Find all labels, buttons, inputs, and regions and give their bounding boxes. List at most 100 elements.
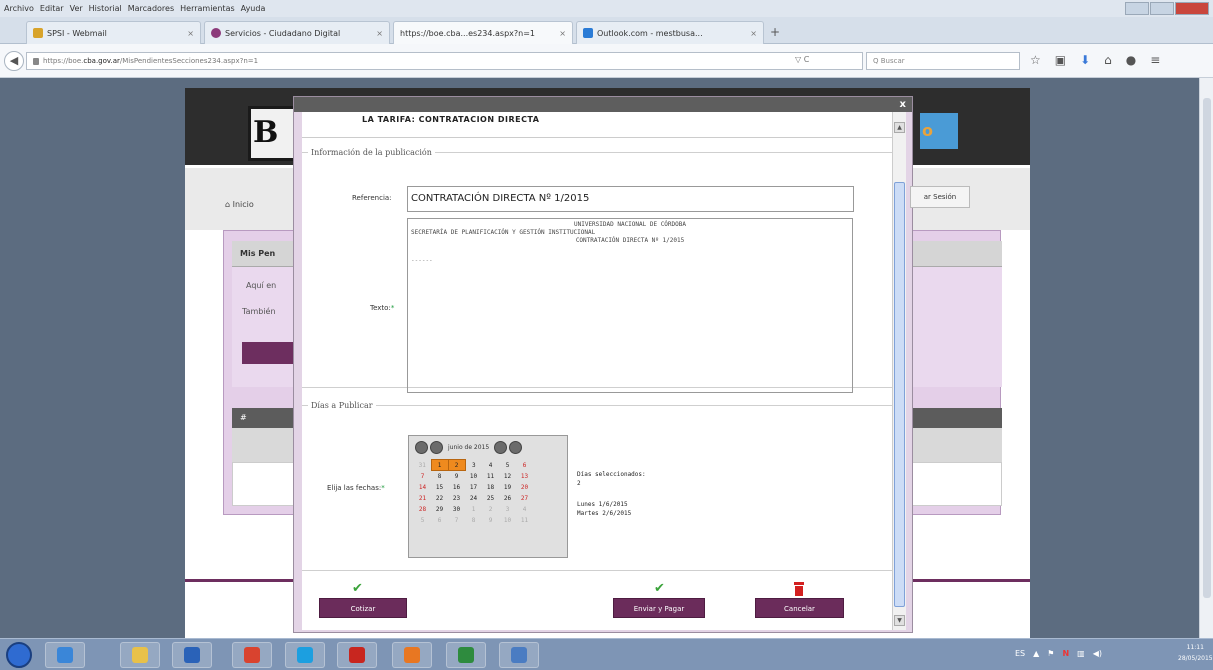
site-logo[interactable]: B [248, 106, 298, 161]
unknown-taskbar-button[interactable] [499, 642, 539, 668]
calendar-day[interactable]: 26 [499, 493, 516, 504]
calendar-day[interactable]: 19 [499, 482, 516, 493]
logout-button[interactable]: ar Sesión [910, 186, 970, 208]
calendar-day[interactable]: 29 [431, 504, 448, 515]
network-icon[interactable]: ▥ [1077, 649, 1085, 658]
download-arrow-icon[interactable]: ⬇ [1080, 53, 1090, 67]
scroll-down-icon[interactable]: ▼ [894, 615, 905, 626]
calendar-day[interactable]: 2 [482, 504, 499, 515]
calendar-day[interactable]: 25 [482, 493, 499, 504]
panel-button[interactable] [242, 342, 297, 364]
volume-icon[interactable]: ◀) [1093, 649, 1102, 658]
dialog-scrollbar[interactable]: ▲ ▼ [892, 112, 906, 630]
dialog-titlebar[interactable]: x [294, 97, 912, 112]
menu-ver[interactable]: Ver [70, 4, 83, 13]
menu-archivo[interactable]: Archivo [4, 4, 34, 13]
tray-expand-icon[interactable]: ▲ [1033, 649, 1039, 658]
calendar-day[interactable]: 14 [414, 482, 431, 493]
referencia-input[interactable]: CONTRATACIÓN DIRECTA Nº 1/2015 [407, 186, 854, 212]
calendar-day[interactable]: 31 [414, 460, 431, 471]
home-icon[interactable]: ⌂ [1104, 53, 1112, 67]
calendar-day[interactable]: 11 [482, 471, 499, 482]
chrome-taskbar-button[interactable] [232, 642, 272, 668]
clock[interactable]: 11:11 28/05/2015 [1178, 642, 1213, 664]
skype-taskbar-button[interactable] [285, 642, 325, 668]
calendar-day[interactable]: 1 [465, 504, 482, 515]
calendar-day[interactable]: 4 [482, 460, 499, 471]
calendar-day[interactable]: 9 [482, 515, 499, 526]
hamburger-menu-icon[interactable]: ≡ [1150, 53, 1160, 67]
tab-outlook[interactable]: Outlook.com - mestbusa... × [576, 21, 764, 44]
page-scrollbar[interactable] [1199, 78, 1213, 638]
minimize-button[interactable] [1125, 2, 1149, 15]
explorer-taskbar-button[interactable] [120, 642, 160, 668]
calendar-day[interactable]: 18 [482, 482, 499, 493]
calendar-day[interactable]: 3 [499, 504, 516, 515]
ie-taskbar-button[interactable] [45, 642, 85, 668]
maximize-button[interactable] [1150, 2, 1174, 15]
page-scrollbar-thumb[interactable] [1203, 98, 1211, 598]
calendar-day[interactable]: 23 [448, 493, 465, 504]
calendar-day[interactable]: 12 [499, 471, 516, 482]
star-bookmark-icon[interactable]: ☆ [1030, 53, 1041, 67]
cancelar-button[interactable]: Cancelar [755, 598, 844, 618]
back-arrow-icon[interactable]: ◀ [4, 51, 24, 71]
calendar-day[interactable]: 4 [516, 504, 533, 515]
calendar-day[interactable]: 11 [516, 515, 533, 526]
dialog-scrollbar-thumb[interactable] [894, 182, 905, 607]
tab-close-icon[interactable]: × [750, 29, 757, 38]
tab-webmail[interactable]: SPSI - Webmail × [26, 21, 201, 44]
calendar-day[interactable]: 10 [499, 515, 516, 526]
firefox-taskbar-button[interactable] [392, 642, 432, 668]
next-year-icon[interactable] [509, 441, 523, 454]
calendar-day[interactable]: 5 [499, 460, 516, 471]
flag-icon[interactable]: ⚑ [1047, 649, 1054, 658]
calendar-day[interactable]: 13 [516, 471, 533, 482]
calendar-day[interactable]: 7 [448, 515, 465, 526]
tab-boe-active[interactable]: https://boe.cba...es234.aspx?n=1 × [393, 21, 573, 44]
calendar-day[interactable]: 1 [430, 459, 449, 471]
window-close-button[interactable] [1175, 2, 1209, 15]
reload-icon[interactable]: ▽ C [795, 55, 809, 64]
menu-editar[interactable]: Editar [40, 4, 64, 13]
calendar-day[interactable]: 24 [465, 493, 482, 504]
menu-historial[interactable]: Historial [89, 4, 122, 13]
calendar-day[interactable]: 3 [465, 460, 482, 471]
calendar-day[interactable]: 28 [414, 504, 431, 515]
start-button[interactable] [6, 642, 32, 668]
tab-close-icon[interactable]: × [187, 29, 194, 38]
acrobat-taskbar-button[interactable] [337, 642, 377, 668]
prev-month-icon[interactable] [430, 441, 443, 454]
dialog-close-icon[interactable]: x [900, 97, 906, 112]
calendar-day[interactable]: 8 [431, 471, 448, 482]
norton-icon[interactable]: N [1062, 649, 1069, 658]
clipboard-icon[interactable]: ▣ [1055, 53, 1066, 67]
calendar-day[interactable]: 9 [448, 471, 465, 482]
cotizar-button[interactable]: Cotizar [319, 598, 407, 618]
calendar-day[interactable]: 20 [516, 482, 533, 493]
calendar-day[interactable]: 27 [516, 493, 533, 504]
excel-taskbar-button[interactable] [446, 642, 486, 668]
search-input[interactable]: Q Buscar [866, 52, 1020, 70]
language-indicator[interactable]: ES [1015, 649, 1025, 658]
next-month-icon[interactable] [494, 441, 508, 454]
calendar-day[interactable]: 5 [414, 515, 431, 526]
calendar-day[interactable]: 7 [414, 471, 431, 482]
calendar-day[interactable]: 21 [414, 493, 431, 504]
menu-ayuda[interactable]: Ayuda [241, 4, 266, 13]
calendar-day[interactable]: 17 [465, 482, 482, 493]
prev-year-icon[interactable] [415, 441, 428, 454]
enviar-pagar-button[interactable]: Enviar y Pagar [613, 598, 705, 618]
tab-close-icon[interactable]: × [559, 29, 566, 38]
calendar-day[interactable]: 22 [431, 493, 448, 504]
home-link[interactable]: ⌂ Inicio [225, 200, 254, 209]
tab-close-icon[interactable]: × [376, 29, 383, 38]
new-tab-icon[interactable]: + [770, 25, 780, 39]
calendar-day[interactable]: 6 [516, 460, 533, 471]
calendar-day[interactable]: 8 [465, 515, 482, 526]
pocket-icon[interactable]: ● [1126, 53, 1136, 67]
calendar-day[interactable]: 30 [448, 504, 465, 515]
calendar-day[interactable]: 2 [447, 459, 466, 471]
calendar-day[interactable]: 16 [448, 482, 465, 493]
date-picker-calendar[interactable]: junio de 2015 31 1 2 3 4 5 6 7 8 9 10 11 12 13 14 15 16 1… [408, 435, 568, 558]
